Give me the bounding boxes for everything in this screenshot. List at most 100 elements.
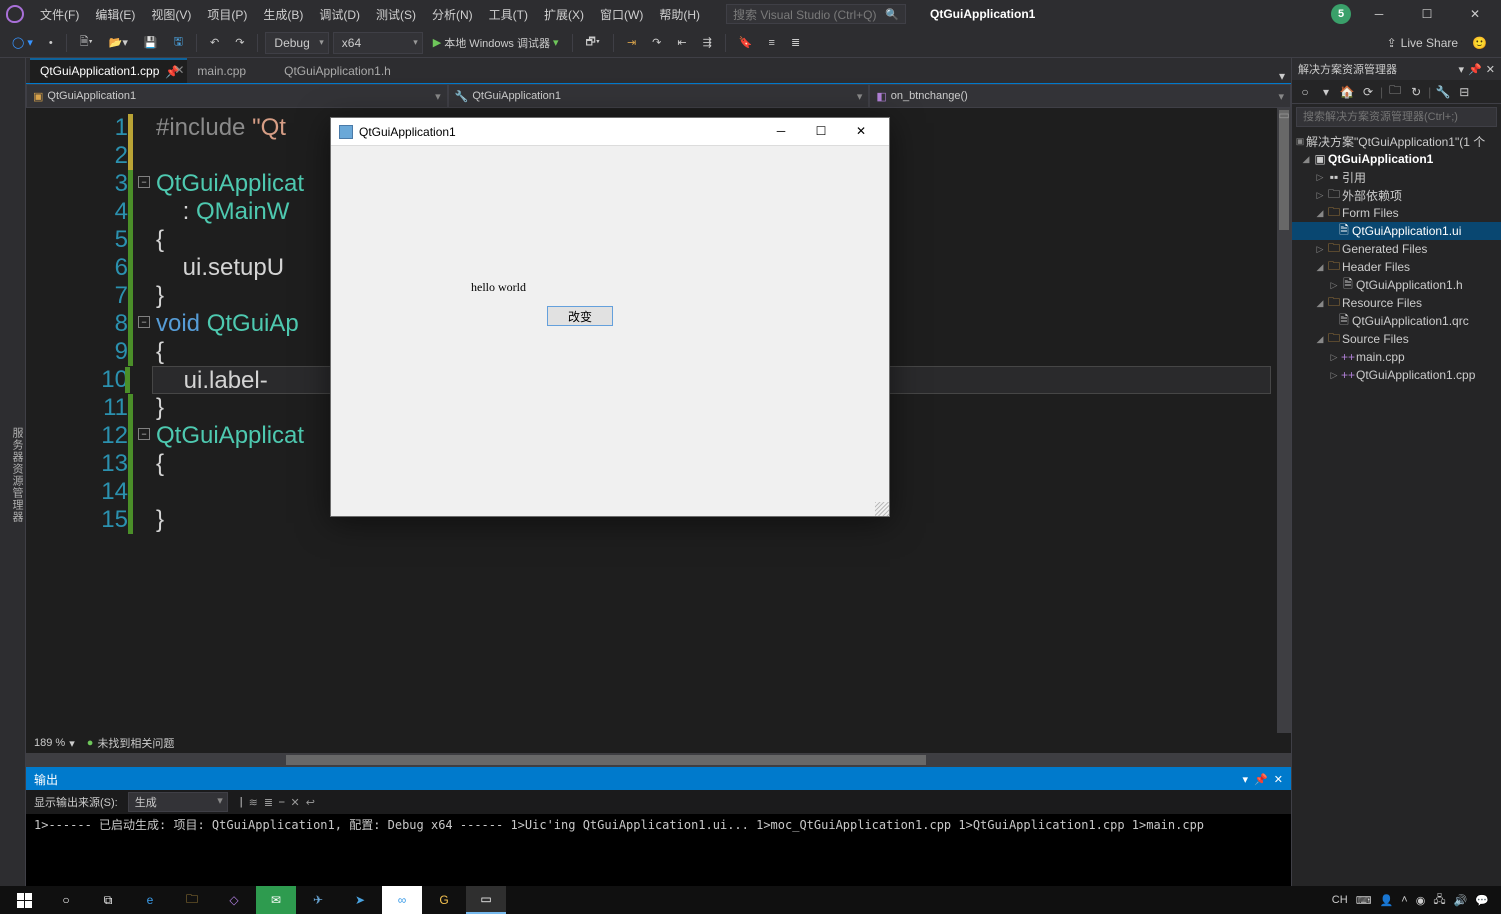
panel-dropdown-icon[interactable]: ▾ (1459, 63, 1465, 76)
app-minimize-button[interactable]: ─ (761, 119, 801, 145)
bookmark-button[interactable]: 🔖 (733, 32, 759, 54)
scroll-thumb[interactable] (1279, 110, 1289, 230)
output-clear-button[interactable]: ✕ (291, 796, 300, 809)
tree-source-files[interactable]: ◢🗀Source Files (1292, 330, 1501, 348)
output-wrap-button[interactable]: ↩ (306, 796, 315, 809)
taskbar-vs[interactable]: ◇ (214, 886, 254, 914)
tray-up-icon[interactable]: ˄ (1401, 894, 1407, 906)
taskbar-running-app[interactable]: ▭ (466, 886, 506, 914)
tab-overflow-icon[interactable]: ▾ (1279, 69, 1285, 83)
menu-tools[interactable]: 工具(T) (483, 3, 534, 26)
output-dropdown-icon[interactable]: ▾ (1243, 773, 1249, 786)
tree-solution-root[interactable]: ▣解决方案"QtGuiApplication1"(1 个 (1292, 132, 1501, 150)
sol-refresh-icon[interactable]: ↻ (1407, 83, 1425, 101)
output-tool-3[interactable]: ⎯ (279, 796, 285, 809)
sol-fwd-icon[interactable]: ▾ (1317, 83, 1335, 101)
editor-vertical-scrollbar[interactable]: ▭ (1277, 108, 1291, 733)
ime-indicator[interactable]: CH (1332, 894, 1348, 906)
taskbar-app1[interactable]: ✈ (298, 886, 338, 914)
output-source-dropdown[interactable]: 生成 (128, 792, 228, 812)
tray-vol-icon[interactable]: 🔊 (1454, 894, 1468, 907)
app-close-button[interactable]: ✕ (841, 119, 881, 145)
live-share-button[interactable]: ⇪ Live Share 🙂 (1379, 36, 1495, 50)
resize-grip-icon[interactable] (875, 502, 889, 516)
app-maximize-button[interactable]: ☐ (801, 119, 841, 145)
editor-horizontal-scrollbar[interactable] (26, 753, 1291, 767)
undo-button[interactable]: ↶ (204, 32, 225, 54)
sol-properties-icon[interactable]: 🔧 (1434, 83, 1452, 101)
server-explorer-tab[interactable]: 服务器资源管理器 (9, 427, 25, 523)
issues-label[interactable]: 未找到相关问题 (97, 735, 174, 751)
output-tool-2[interactable]: ≣ (264, 796, 273, 809)
start-button[interactable] (4, 886, 44, 914)
nav-fwd-button[interactable]: • (43, 32, 59, 54)
tree-form-files[interactable]: ◢🗀Form Files (1292, 204, 1501, 222)
step-out-button[interactable]: ⇤ (671, 32, 692, 54)
tray-steam-icon[interactable]: ◉ (1416, 894, 1426, 907)
panel-pin-icon[interactable]: 📌 (1468, 63, 1482, 76)
config-dropdown[interactable]: Debug (265, 32, 328, 54)
split-icon[interactable]: ▭ (1277, 108, 1291, 122)
hscroll-thumb[interactable] (286, 755, 926, 765)
menu-extensions[interactable]: 扩展(X) (538, 3, 590, 26)
taskbar-explorer[interactable]: 🗀 (172, 886, 212, 914)
tray-people-icon[interactable]: 👤 (1380, 894, 1394, 907)
taskbar-edge[interactable]: e (130, 886, 170, 914)
nav-scope-dropdown[interactable]: ▣QtGuiApplication1 (26, 84, 448, 108)
step-over-button[interactable]: ↷ (646, 32, 667, 54)
maximize-button[interactable]: ☐ (1407, 0, 1447, 28)
tree-generated-files[interactable]: ▷🗀Generated Files (1292, 240, 1501, 258)
taskbar-app2[interactable]: G (424, 886, 464, 914)
menu-help[interactable]: 帮助(H) (653, 3, 706, 26)
taskview-button[interactable]: ⧉ (88, 886, 128, 914)
menu-window[interactable]: 窗口(W) (594, 3, 649, 26)
open-button[interactable]: 📂▾ (103, 32, 134, 54)
output-text[interactable]: 1>------ 已启动生成: 项目: QtGuiApplication1, 配… (26, 814, 1291, 886)
output-tool-1[interactable]: ≋ (249, 796, 258, 809)
panel-close-icon[interactable]: ✕ (1486, 63, 1495, 76)
solution-explorer-header[interactable]: 解决方案资源管理器 ▾📌✕ (1292, 58, 1501, 80)
zoom-level[interactable]: 189 % ▾ (34, 737, 75, 750)
feedback-icon[interactable]: 🙂 (1472, 36, 1487, 50)
app-change-button[interactable]: 改变 (547, 306, 613, 326)
output-close-icon[interactable]: ✕ (1274, 773, 1283, 786)
new-item-button[interactable]: 🗎▾ (74, 32, 99, 54)
toolbar-btn-3[interactable]: ≡ (763, 32, 781, 54)
tab-qtguiapplication1-h[interactable]: QtGuiApplication1.h (274, 59, 419, 83)
nav-class-dropdown[interactable]: 🔧QtGuiApplication1 (448, 84, 870, 108)
tray-action-icon[interactable]: 💬 (1475, 894, 1489, 907)
close-button[interactable]: ✕ (1455, 0, 1495, 28)
save-all-button[interactable]: 🖫 (168, 32, 189, 54)
tree-ui-file[interactable]: 🗎QtGuiApplication1.ui (1292, 222, 1501, 240)
redo-button[interactable]: ↷ (229, 32, 250, 54)
tree-main-cpp[interactable]: ▷++main.cpp (1292, 348, 1501, 366)
output-pin-icon[interactable]: 📌 (1254, 773, 1268, 786)
sol-home-icon[interactable]: 🏠 (1338, 83, 1356, 101)
quick-search-input[interactable]: 搜索 Visual Studio (Ctrl+Q) 🔍 (726, 4, 906, 24)
tab-qtguiapplication1-cpp[interactable]: QtGuiApplication1.cpp📌✕ (30, 59, 187, 83)
tree-resource-files[interactable]: ◢🗀Resource Files (1292, 294, 1501, 312)
sol-back-icon[interactable]: ○ (1296, 83, 1314, 101)
running-app-window[interactable]: QtGuiApplication1 ─ ☐ ✕ hello world 改变 (330, 117, 890, 517)
sol-sync-icon[interactable]: ⟳ (1359, 83, 1377, 101)
pin-icon[interactable]: 📌 (165, 65, 173, 73)
cortana-button[interactable]: ○ (46, 886, 86, 914)
menu-test[interactable]: 测试(S) (370, 3, 422, 26)
toolbar-btn-4[interactable]: ≣ (785, 32, 806, 54)
tree-project[interactable]: ◢▣QtGuiApplication1 (1292, 150, 1501, 168)
tree-external-deps[interactable]: ▷🗀外部依赖项 (1292, 186, 1501, 204)
save-button[interactable]: 💾 (138, 32, 164, 54)
tab-main-cpp[interactable]: main.cpp (187, 59, 274, 83)
taskbar-baidu[interactable]: ∞ (382, 886, 422, 914)
menu-edit[interactable]: 编辑(E) (89, 3, 141, 26)
output-header[interactable]: 输出 ▾📌✕ (26, 768, 1291, 790)
app-titlebar[interactable]: QtGuiApplication1 ─ ☐ ✕ (331, 118, 889, 146)
taskbar-telegram[interactable]: ➤ (340, 886, 380, 914)
menu-build[interactable]: 生成(B) (257, 3, 309, 26)
tree-header-item[interactable]: ▷🗎QtGuiApplication1.h (1292, 276, 1501, 294)
toolbar-btn-2[interactable]: ⇶ (697, 32, 718, 54)
nav-back-button[interactable]: ◯ ▾ (6, 32, 39, 54)
nav-member-dropdown[interactable]: ◧on_btnchange() (869, 84, 1291, 108)
tray-net-icon[interactable]: 🖧 (1433, 891, 1445, 910)
tree-app-cpp[interactable]: ▷++QtGuiApplication1.cpp (1292, 366, 1501, 384)
